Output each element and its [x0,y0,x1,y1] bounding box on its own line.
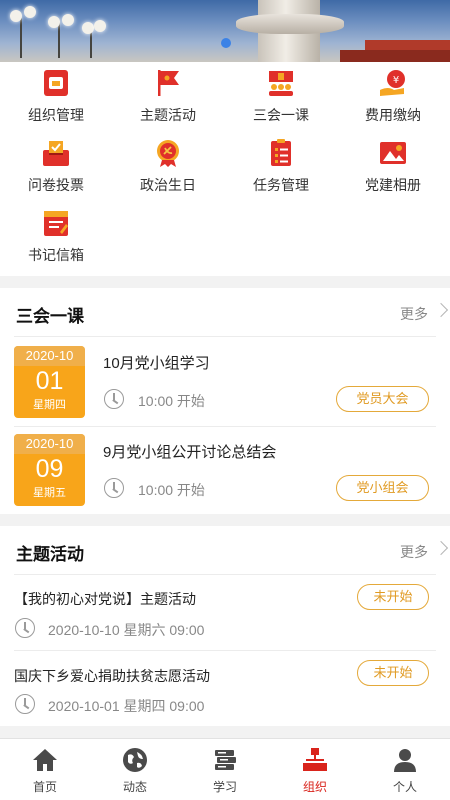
status-badge: 未开始 [357,660,429,686]
lesson-title: 9月党小组公开讨论总结会 [103,444,277,461]
lessons-section: 三会一课 更多 2020-10 01 星期四 10月党小组学习 10:00 开始… [0,288,450,514]
grid-label: 党建相册 [365,177,421,193]
grid-label: 三会一课 [253,107,309,123]
divider [14,426,436,427]
activity-datetime: 2020-10-10 星期六 09:00 [48,622,205,638]
date-weekday: 星期五 [33,487,66,499]
lesson-time: 10:00 开始 [138,482,205,498]
clock-icon [15,618,35,638]
grid-label: 书记信箱 [28,247,84,263]
banner-lamps-decoration [0,6,110,58]
section-title: 三会一课 [16,307,84,326]
divider [14,336,436,337]
vote-icon [41,138,71,168]
meeting-type-tag: 党小组会 [336,475,429,501]
activities-more-link[interactable]: 更多 [400,540,449,562]
clock-icon [15,694,35,714]
tab-organization[interactable]: 组织 [270,739,360,800]
task-list-icon [266,138,296,168]
chevron-right-icon [433,302,449,318]
grid-item-political-birthday[interactable]: 政治生日 [112,138,224,195]
date-year-month: 2020-10 [14,346,85,366]
lessons-more-link[interactable]: 更多 [400,302,449,324]
divider [14,650,436,651]
organization-icon [302,747,328,773]
photo-album-icon [378,138,408,168]
more-label: 更多 [400,544,428,560]
activity-title: 【我的初心对党说】主题活动 [14,591,196,607]
home-icon [32,747,58,773]
meeting-icon [266,68,296,98]
date-badge: 2020-10 01 星期四 [14,346,85,418]
date-year-month: 2020-10 [14,434,85,454]
carousel-indicator-dot[interactable] [221,38,231,48]
clock-icon [104,389,124,409]
tab-home[interactable]: 首页 [0,739,90,800]
grid-item-vote[interactable]: 问卷投票 [0,138,112,195]
tab-label: 组织 [302,780,327,794]
date-badge: 2020-10 09 星期五 [14,434,85,506]
grid-item-task-management[interactable]: 任务管理 [225,138,337,195]
date-day: 01 [35,367,64,395]
tab-profile[interactable]: 个人 [360,739,450,800]
activity-datetime: 2020-10-01 星期四 09:00 [48,698,205,714]
grid-label: 政治生日 [140,177,196,193]
grid-label: 任务管理 [253,177,309,193]
grid-item-fee-payment[interactable]: ¥ 费用缴纳 [337,68,449,125]
globe-icon [122,747,148,773]
grid-item-photo-album[interactable]: 党建相册 [337,138,449,195]
org-management-icon [41,68,71,98]
divider [14,574,436,575]
party-badge-icon [153,138,183,168]
lesson-title: 10月党小组学习 [103,355,210,372]
grid-item-org-management[interactable]: 组织管理 [0,68,112,125]
flag-icon [153,68,183,98]
tab-label: 动态 [122,780,147,794]
svg-text:¥: ¥ [393,75,399,86]
meeting-type-tag: 党员大会 [336,386,429,412]
grid-label: 费用缴纳 [365,107,421,123]
banner-pillar-top [236,14,344,34]
function-grid: 组织管理 主题活动 三会一课 ¥ 费用缴纳 问卷投票 政治生日 任务管理 党建相… [0,62,450,276]
tab-label: 首页 [32,780,57,794]
book-icon [212,747,238,773]
grid-label: 组织管理 [28,107,84,123]
status-badge: 未开始 [357,584,429,610]
tab-label: 学习 [212,780,237,794]
tab-feed[interactable]: 动态 [90,739,180,800]
grid-item-theme-activity[interactable]: 主题活动 [112,68,224,125]
fee-payment-icon: ¥ [378,68,408,98]
mailbox-icon [41,208,71,238]
grid-label: 问卷投票 [28,177,84,193]
tab-label: 个人 [392,780,417,794]
activities-section: 主题活动 更多 【我的初心对党说】主题活动 未开始 2020-10-10 星期六… [0,526,450,726]
lesson-time: 10:00 开始 [138,393,205,409]
person-icon [392,747,418,773]
banner-carousel[interactable] [0,0,450,62]
date-weekday: 星期四 [33,399,66,411]
chevron-right-icon [433,540,449,556]
more-label: 更多 [400,306,428,322]
tab-study[interactable]: 学习 [180,739,270,800]
clock-icon [104,478,124,498]
banner-roof-lower [340,50,450,62]
activity-title: 国庆下乡爱心捐助扶贫志愿活动 [14,668,210,684]
date-day: 09 [35,455,64,483]
grid-item-meeting[interactable]: 三会一课 [225,68,337,125]
section-title: 主题活动 [16,545,84,564]
grid-label: 主题活动 [140,107,196,123]
bottom-tab-bar: 首页 动态 学习 组织 个人 [0,738,450,800]
grid-item-secretary-mailbox[interactable]: 书记信箱 [0,208,112,265]
